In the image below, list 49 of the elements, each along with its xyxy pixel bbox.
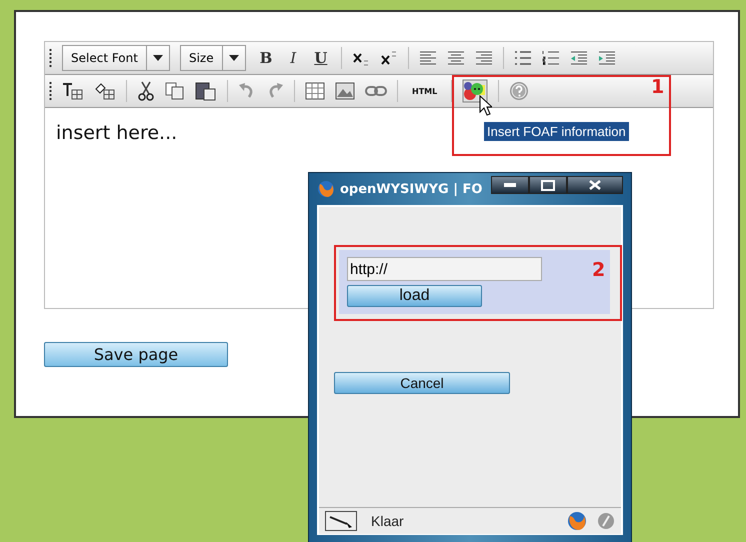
caret-icon bbox=[152, 55, 163, 61]
no-entry-icon bbox=[597, 512, 615, 530]
maximize-button[interactable] bbox=[529, 176, 567, 194]
fill-table-icon[interactable] bbox=[94, 82, 116, 100]
outdent-icon[interactable] bbox=[570, 51, 588, 65]
cancel-button[interactable]: Cancel bbox=[334, 372, 510, 394]
paste-icon[interactable] bbox=[195, 81, 217, 101]
table-icon[interactable] bbox=[305, 82, 325, 100]
font-select[interactable]: Select Font bbox=[62, 45, 170, 71]
help-icon[interactable] bbox=[509, 81, 530, 101]
close-button[interactable] bbox=[567, 176, 623, 194]
editor-text[interactable]: insert here... bbox=[45, 108, 188, 158]
bold-button[interactable]: B bbox=[256, 49, 276, 67]
html-button[interactable]: HTML bbox=[408, 86, 442, 96]
text-table-icon[interactable] bbox=[62, 82, 84, 100]
caret-icon bbox=[228, 55, 239, 61]
size-select[interactable]: Size bbox=[180, 45, 246, 71]
status-text: Klaar bbox=[371, 513, 404, 529]
numbered-list-icon[interactable] bbox=[542, 51, 560, 65]
annotation-number: 2 bbox=[592, 259, 606, 281]
cut-icon[interactable] bbox=[137, 81, 155, 101]
drag-handle-icon[interactable] bbox=[49, 81, 52, 101]
underline-button[interactable]: U bbox=[310, 49, 332, 67]
image-icon[interactable] bbox=[335, 82, 355, 100]
foaf-people-icon[interactable] bbox=[462, 79, 488, 103]
minimize-button[interactable] bbox=[491, 176, 529, 194]
save-page-button[interactable]: Save page bbox=[44, 342, 228, 367]
pointer-cursor-icon bbox=[479, 95, 492, 116]
tooltip: Insert FOAF information bbox=[484, 122, 629, 141]
bullet-list-icon[interactable] bbox=[514, 51, 532, 65]
drag-handle-icon[interactable] bbox=[49, 48, 52, 68]
minimize-icon bbox=[504, 183, 516, 187]
italic-button[interactable]: I bbox=[286, 49, 300, 67]
maximize-icon bbox=[541, 180, 555, 190]
link-icon[interactable] bbox=[365, 85, 387, 97]
firefox-icon bbox=[317, 180, 335, 198]
window-title: openWYSIWYG | FO bbox=[340, 182, 482, 196]
indent-icon[interactable] bbox=[598, 51, 616, 65]
firefox-icon bbox=[567, 511, 587, 531]
align-left-icon[interactable] bbox=[419, 51, 438, 65]
pipette-icon bbox=[325, 511, 357, 531]
copy-icon[interactable] bbox=[165, 82, 185, 100]
align-right-icon[interactable] bbox=[475, 51, 494, 65]
close-icon bbox=[589, 180, 601, 190]
superscript-icon[interactable] bbox=[380, 50, 398, 66]
annotation-number: 1 bbox=[651, 76, 664, 98]
align-center-icon[interactable] bbox=[447, 51, 466, 65]
load-button[interactable]: load bbox=[347, 285, 482, 307]
url-field[interactable]: http:// bbox=[347, 257, 542, 281]
